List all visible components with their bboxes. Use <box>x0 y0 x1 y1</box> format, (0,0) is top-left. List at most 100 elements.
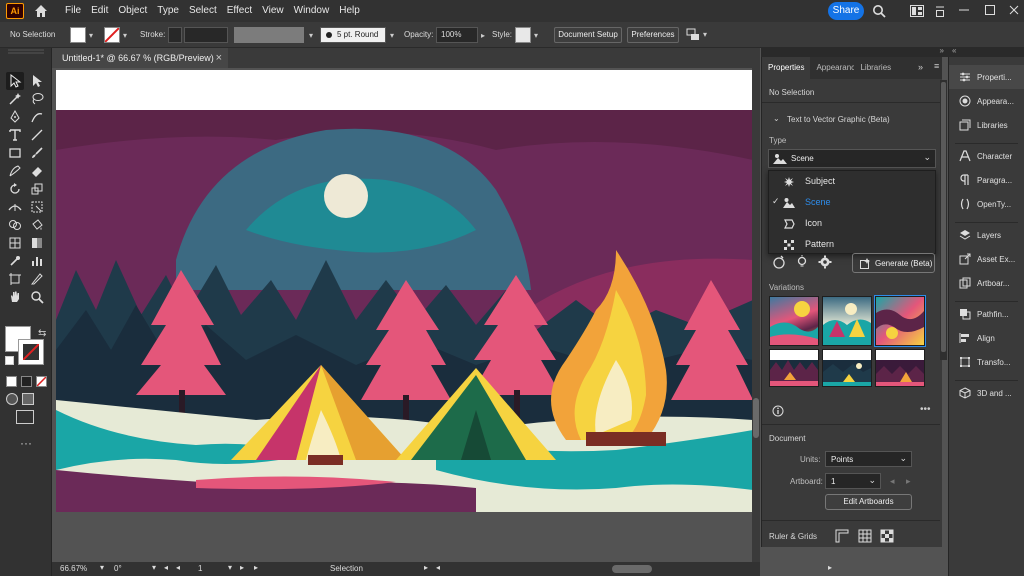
free-transform-tool-icon[interactable] <box>28 198 46 216</box>
chevron-down-icon[interactable]: ▸ <box>481 31 485 40</box>
artboard-tool-icon[interactable] <box>6 270 24 288</box>
chevron-down-icon[interactable]: ▾ <box>89 31 93 40</box>
share-button[interactable]: Share <box>828 2 864 20</box>
graph-tool-icon[interactable] <box>28 252 46 270</box>
edit-artboards-button[interactable]: Edit Artboards <box>825 494 912 510</box>
arrange-icon[interactable] <box>686 28 700 42</box>
direct-selection-tool-icon[interactable] <box>28 72 46 90</box>
stroke-stepper[interactable] <box>168 27 182 43</box>
tab-libraries[interactable]: Libraries <box>854 57 897 79</box>
panel-overflow-icon[interactable]: » <box>918 62 923 72</box>
section-title[interactable]: Text to Vector Graphic (Beta) <box>787 115 890 124</box>
dock-asset-export[interactable]: Asset Ex... <box>949 247 1024 271</box>
chevron-down-icon[interactable]: ▾ <box>100 563 104 572</box>
dock-libraries[interactable]: Libraries <box>949 113 1024 137</box>
menu-help[interactable]: Help <box>334 0 365 22</box>
dock-transform[interactable]: Transfo... <box>949 350 1024 374</box>
dock-opentype[interactable]: OpenTy... <box>949 192 1024 216</box>
chevron-down-icon[interactable]: ⌄ <box>773 114 780 123</box>
variation-thumbnail[interactable] <box>875 349 925 387</box>
option-pattern[interactable]: Pattern <box>769 234 935 255</box>
live-paint-bucket-icon[interactable] <box>28 216 46 234</box>
gradient-tool-icon[interactable] <box>28 234 46 252</box>
opacity-input[interactable]: 100% <box>436 27 478 43</box>
grid-icon[interactable] <box>858 529 872 543</box>
vertical-scrollbar[interactable] <box>752 68 760 562</box>
dock-3d-materials[interactable]: 3D and ... <box>949 381 1024 405</box>
menu-effect[interactable]: Effect <box>222 0 257 22</box>
first-artboard-icon[interactable]: ◂ <box>164 563 168 572</box>
units-dropdown[interactable]: Points ⌄ <box>825 451 912 467</box>
more-tools-icon[interactable]: ··· <box>20 436 32 450</box>
artboard-number[interactable]: 1 <box>198 564 202 573</box>
style-picker-icon[interactable] <box>772 255 786 269</box>
scroll-right-icon[interactable]: ▸ <box>828 563 832 572</box>
pen-tool-icon[interactable] <box>6 108 24 126</box>
variation-thumbnail-selected[interactable] <box>874 295 926 347</box>
none-mode-icon[interactable] <box>36 376 47 387</box>
scale-tool-icon[interactable] <box>28 180 46 198</box>
dock-align[interactable]: Align <box>949 326 1024 350</box>
previous-artboard-icon[interactable]: ◂ <box>890 476 895 487</box>
document-tab[interactable]: Untitled-1* @ 66.67 % (RGB/Preview) × <box>52 48 228 68</box>
slice-tool-icon[interactable] <box>28 270 46 288</box>
menu-view[interactable]: View <box>257 0 289 22</box>
color-mode-icon[interactable] <box>6 376 17 387</box>
ruler-icon[interactable] <box>835 529 849 543</box>
draw-behind-icon[interactable] <box>22 393 34 405</box>
paintbrush-tool-icon[interactable] <box>28 144 46 162</box>
default-colors-icon[interactable] <box>5 356 14 365</box>
camping-scene-artwork[interactable] <box>56 110 753 512</box>
vertical-scrollbar-thumb[interactable] <box>753 398 759 438</box>
close-window-icon[interactable] <box>1008 4 1020 16</box>
dock-pathfinder[interactable]: Pathfin... <box>949 302 1024 326</box>
swap-colors-icon[interactable]: ⇆ <box>38 328 46 339</box>
minimize-button[interactable] <box>934 3 946 19</box>
menu-object[interactable]: Object <box>113 0 152 22</box>
option-scene[interactable]: ✓ Scene <box>769 192 935 213</box>
variation-thumbnail[interactable] <box>822 296 872 346</box>
menu-window[interactable]: Window <box>289 0 335 22</box>
panel-scrollbar[interactable] <box>940 80 947 360</box>
chevron-down-icon[interactable]: ▾ <box>123 31 127 40</box>
panel-menu-icon[interactable]: ≡ <box>934 61 939 71</box>
type-dropdown[interactable]: Scene ⌄ <box>768 149 936 168</box>
next-artboard-icon[interactable]: ▸ <box>906 476 911 487</box>
menu-type[interactable]: Type <box>152 0 184 22</box>
rectangle-tool-icon[interactable] <box>6 144 24 162</box>
collapse-panel-icon[interactable]: » <box>940 46 944 55</box>
selection-tool-icon[interactable] <box>6 72 24 90</box>
fill-swatch[interactable] <box>70 27 86 43</box>
arrange-documents-icon[interactable] <box>910 5 924 17</box>
generate-button[interactable]: Generate (Beta) <box>852 253 935 273</box>
line-segment-tool-icon[interactable] <box>28 126 46 144</box>
width-tool-icon[interactable] <box>6 198 24 216</box>
previous-artboard-icon[interactable]: ◂ <box>176 563 180 572</box>
menu-select[interactable]: Select <box>184 0 222 22</box>
chevron-down-icon[interactable]: ▾ <box>534 31 538 40</box>
home-icon[interactable] <box>34 4 48 18</box>
zoom-tool-icon[interactable] <box>28 288 46 306</box>
chevron-down-icon[interactable]: ▾ <box>703 30 707 39</box>
rotate-tool-icon[interactable] <box>6 180 24 198</box>
dock-artboards[interactable]: Artboar... <box>949 271 1024 295</box>
rotation-value[interactable]: 0° <box>114 564 122 573</box>
stroke-color-box[interactable] <box>18 339 44 365</box>
settings-gear-icon[interactable] <box>818 255 832 269</box>
last-artboard-icon[interactable]: ▸ <box>254 563 258 572</box>
lasso-tool-icon[interactable] <box>28 90 46 108</box>
search-icon[interactable] <box>872 4 886 18</box>
brush-definition[interactable]: 5 pt. Round <box>320 27 386 43</box>
lightbulb-icon[interactable] <box>795 255 809 269</box>
document-setup-button[interactable]: Document Setup <box>554 27 622 43</box>
dock-layers[interactable]: Layers <box>949 223 1024 247</box>
option-subject[interactable]: Subject <box>769 171 935 192</box>
variation-thumbnail[interactable] <box>822 349 872 387</box>
panel-scrollbar-thumb[interactable] <box>941 82 946 352</box>
dock-paragraph[interactable]: Paragra... <box>949 168 1024 192</box>
stroke-swatch[interactable] <box>104 27 120 43</box>
info-icon[interactable] <box>772 405 784 417</box>
dock-properties[interactable]: Properti... <box>949 65 1024 89</box>
magic-wand-tool-icon[interactable] <box>6 90 24 108</box>
variable-width-profile[interactable] <box>234 27 304 43</box>
